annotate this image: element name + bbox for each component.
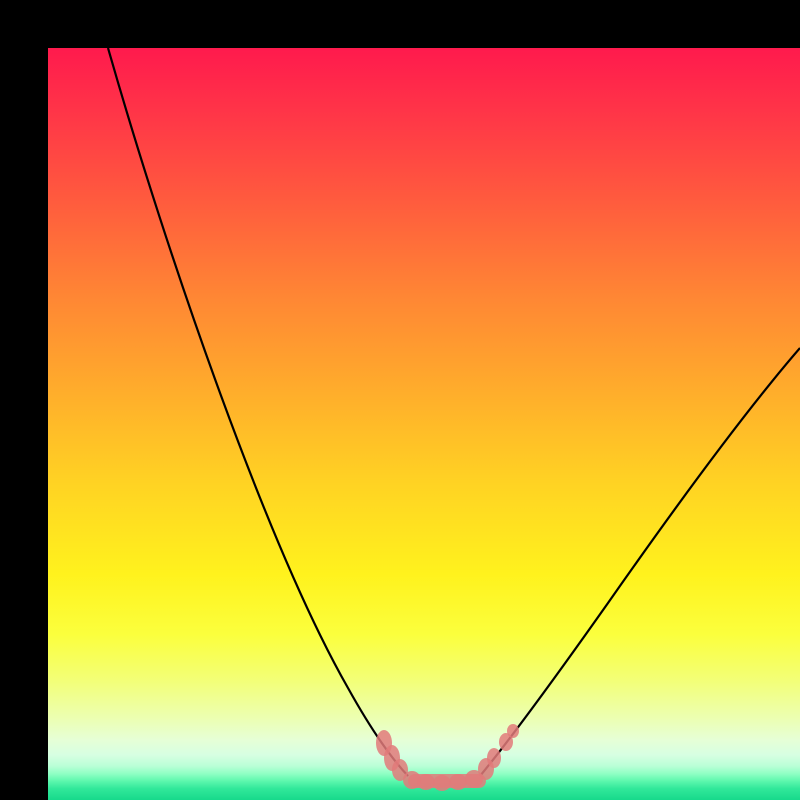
curve-left-branch — [108, 48, 408, 776]
chart-frame — [0, 0, 800, 800]
optimal-zone-markers — [376, 724, 519, 791]
plot-area — [48, 48, 800, 800]
curve-right-branch — [480, 348, 800, 776]
curve-layer — [48, 48, 800, 800]
